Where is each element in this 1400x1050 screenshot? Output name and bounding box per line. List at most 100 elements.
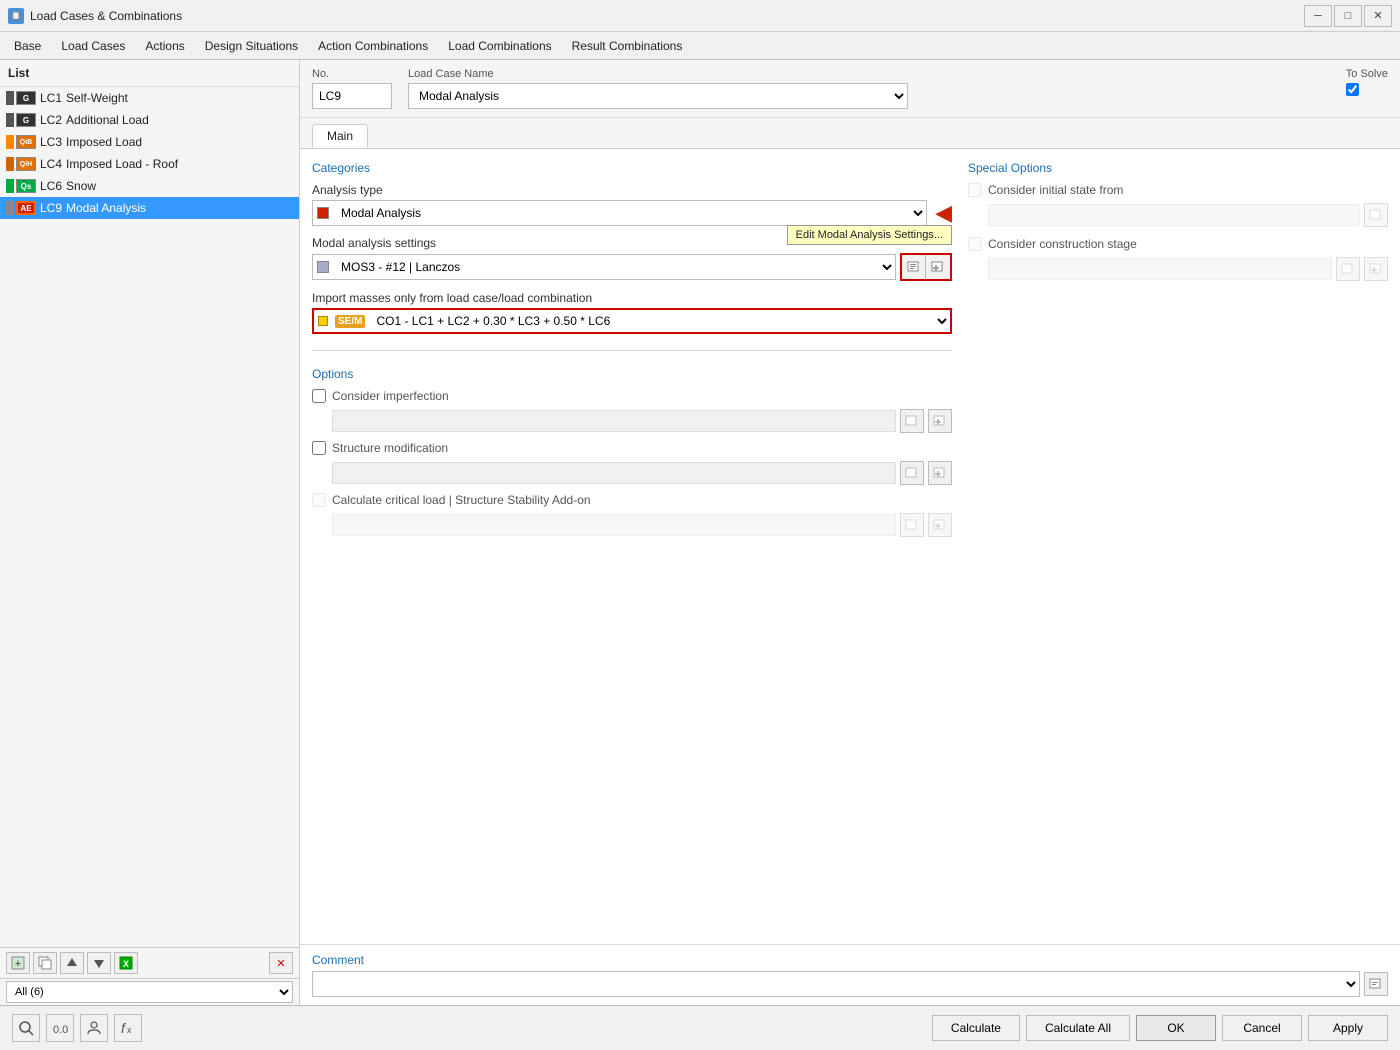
delete-button[interactable]: ✕ <box>269 952 293 974</box>
move-up-button[interactable] <box>60 952 84 974</box>
initial-edit-btn[interactable] <box>1364 203 1388 227</box>
list-item[interactable]: QiB LC3 Imposed Load <box>0 131 299 153</box>
analysis-type-field: Analysis type Modal Analysis ◀ <box>312 183 952 226</box>
list-toolbar: + X ✕ <box>0 947 299 978</box>
calculate-all-button[interactable]: Calculate All <box>1026 1015 1130 1041</box>
calculate-critical-row: Calculate critical load | Structure Stab… <box>312 493 952 507</box>
lc-type-icon: G <box>16 91 36 105</box>
structure-mod-edit-btn[interactable] <box>900 461 924 485</box>
move-down-button[interactable] <box>87 952 111 974</box>
consider-initial-input[interactable] <box>988 204 1360 226</box>
menu-load-cases[interactable]: Load Cases <box>51 35 135 57</box>
consider-initial-checkbox[interactable] <box>968 183 982 197</box>
imperfection-edit-btn[interactable] <box>900 409 924 433</box>
comment-select[interactable] <box>312 971 1360 997</box>
duplicate-button[interactable] <box>33 952 57 974</box>
formula-btn[interactable]: fx <box>114 1014 142 1042</box>
calculate-button[interactable]: Calculate <box>932 1015 1020 1041</box>
analysis-type-dropdown: Modal Analysis <box>312 200 927 226</box>
left-panel: List G LC1 Self-Weight G LC2 Additional … <box>0 60 300 1005</box>
modal-settings-select[interactable]: MOS3 - #12 | Lanczos <box>333 255 895 279</box>
modal-settings-edit-btn[interactable] <box>902 255 926 279</box>
critical-new-btn[interactable] <box>928 513 952 537</box>
import-select[interactable]: CO1 - LC1 + LC2 + 0.30 * LC3 + 0.50 * LC… <box>368 309 950 333</box>
add-button[interactable]: + <box>6 952 30 974</box>
list-item[interactable]: G LC1 Self-Weight <box>0 87 299 109</box>
menu-design-situations[interactable]: Design Situations <box>195 35 308 57</box>
titlebar: 📋 Load Cases & Combinations ─ □ ✕ <box>0 0 1400 32</box>
import-dropdown: SE/M CO1 - LC1 + LC2 + 0.30 * LC3 + 0.50… <box>312 308 952 334</box>
structure-modification-input[interactable] <box>332 462 896 484</box>
tab-main[interactable]: Main <box>312 124 368 148</box>
lc-swatch <box>6 135 14 149</box>
consider-imperfection-checkbox[interactable] <box>312 389 326 403</box>
main-container: List G LC1 Self-Weight G LC2 Additional … <box>0 60 1400 1050</box>
svg-text:+: + <box>15 958 21 970</box>
no-label: No. <box>312 68 392 80</box>
modal-settings-controls: MOS3 - #12 | Lanczos <box>312 253 952 281</box>
lc-name: Modal Analysis <box>66 201 146 215</box>
imperfection-input[interactable] <box>332 410 896 432</box>
cancel-button[interactable]: Cancel <box>1222 1015 1302 1041</box>
lc-name: Snow <box>66 179 96 193</box>
divider <box>312 350 952 351</box>
excel-button[interactable]: X <box>114 952 138 974</box>
import-tag: SE/M <box>335 315 365 328</box>
menu-load-combinations[interactable]: Load Combinations <box>438 35 561 57</box>
app-icon: 📋 <box>8 8 24 24</box>
apply-button[interactable]: Apply <box>1308 1015 1388 1041</box>
structure-modification-label: Structure modification <box>332 441 448 455</box>
ok-button[interactable]: OK <box>1136 1015 1216 1041</box>
window-title: Load Cases & Combinations <box>30 9 1304 23</box>
list-item-selected[interactable]: AE LC9 Modal Analysis <box>0 197 299 219</box>
list-item[interactable]: QiH LC4 Imposed Load - Roof <box>0 153 299 175</box>
maximize-button[interactable]: □ <box>1334 5 1362 27</box>
list-filter-select[interactable]: All (6) <box>6 981 293 1003</box>
modal-settings-new-btn[interactable] <box>926 255 950 279</box>
construction-new-btn[interactable] <box>1364 257 1388 281</box>
imperfection-sub <box>332 409 952 433</box>
name-select[interactable]: Modal Analysis <box>408 83 908 109</box>
calculate-critical-checkbox[interactable] <box>312 493 326 507</box>
construction-edit-btn[interactable] <box>1336 257 1360 281</box>
modal-settings-btn-group <box>900 253 952 281</box>
consider-construction-label: Consider construction stage <box>988 237 1137 251</box>
options-label: Options <box>312 367 952 381</box>
menu-actions[interactable]: Actions <box>135 35 194 57</box>
consider-construction-input[interactable] <box>988 258 1332 280</box>
analysis-type-select[interactable]: Modal Analysis <box>333 201 926 225</box>
import-swatch <box>318 316 328 326</box>
list-item[interactable]: Qs LC6 Snow <box>0 175 299 197</box>
calculate-critical-input[interactable] <box>332 514 896 536</box>
list-item[interactable]: G LC2 Additional Load <box>0 109 299 131</box>
right-panel: No. Load Case Name Modal Analysis To Sol… <box>300 60 1400 1005</box>
close-button[interactable]: ✕ <box>1364 5 1392 27</box>
lc-type-icon: Qs <box>16 179 36 193</box>
name-input-wrapper: Modal Analysis <box>408 83 908 109</box>
svg-text:0.00: 0.00 <box>53 1024 68 1036</box>
menu-result-combinations[interactable]: Result Combinations <box>562 35 693 57</box>
menu-base[interactable]: Base <box>4 35 51 57</box>
consider-construction-checkbox[interactable] <box>968 237 982 251</box>
structure-modification-checkbox[interactable] <box>312 441 326 455</box>
comment-edit-btn[interactable] <box>1364 972 1388 996</box>
minimize-button[interactable]: ─ <box>1304 5 1332 27</box>
structure-mod-new-btn[interactable] <box>928 461 952 485</box>
numbers-btn[interactable]: 0.00 <box>46 1014 74 1042</box>
lc-id: LC4 <box>40 157 62 171</box>
lc-type-icon: QiB <box>16 135 36 149</box>
person-btn[interactable] <box>80 1014 108 1042</box>
menubar: Base Load Cases Actions Design Situation… <box>0 32 1400 60</box>
imperfection-new-btn[interactable] <box>928 409 952 433</box>
search-btn[interactable] <box>12 1014 40 1042</box>
content-area: List G LC1 Self-Weight G LC2 Additional … <box>0 60 1400 1005</box>
menu-action-combinations[interactable]: Action Combinations <box>308 35 438 57</box>
structure-modification-row: Structure modification <box>312 441 952 455</box>
options-section: Options Consider imperfection <box>312 367 952 537</box>
lc-type-icon: AE <box>16 201 36 215</box>
structure-modification-sub <box>332 461 952 485</box>
no-input[interactable] <box>312 83 392 109</box>
critical-edit-btn[interactable] <box>900 513 924 537</box>
to-solve-checkbox[interactable] <box>1346 83 1359 96</box>
bottom-left-tools: 0.00 fx <box>12 1014 142 1042</box>
